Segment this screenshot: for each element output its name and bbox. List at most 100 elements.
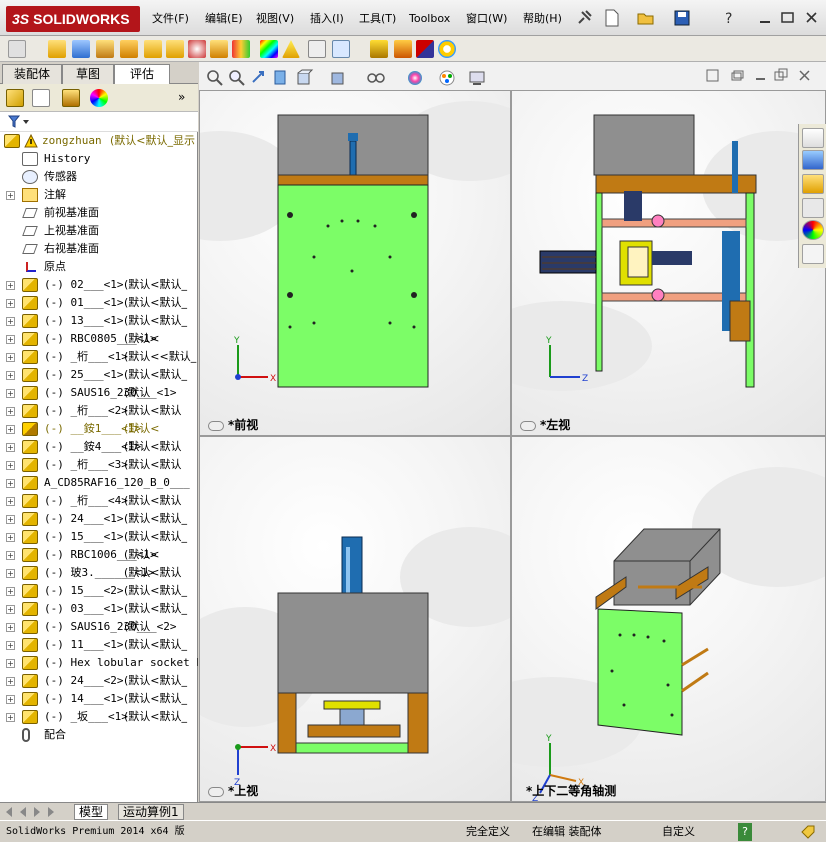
tree-item[interactable]: History <box>0 150 198 168</box>
tree-item[interactable]: + (-) _桁___<3> (默认<默认 <box>0 456 198 474</box>
explode-line-sketch-icon[interactable] <box>308 40 326 58</box>
help-icon[interactable]: ? <box>720 8 740 28</box>
tree-expand-toggle[interactable]: + <box>6 191 15 200</box>
tree-expand-toggle[interactable]: + <box>6 623 15 632</box>
tree-item[interactable]: + (-) 15___<1> (默认<默认_ <box>0 528 198 546</box>
component-pattern-icon[interactable] <box>96 40 114 58</box>
menu-file[interactable]: 文件(F) <box>152 10 189 28</box>
tree-item[interactable]: + 注解 <box>0 186 198 204</box>
tree-item[interactable]: 原点 <box>0 258 198 276</box>
display-manager-tab-icon[interactable] <box>90 89 108 107</box>
options-icon[interactable] <box>8 40 26 58</box>
display-style-icon[interactable] <box>329 68 349 88</box>
tree-expand-toggle[interactable]: + <box>6 587 15 596</box>
tree-expand-toggle[interactable]: + <box>6 389 15 398</box>
tree-expand-toggle[interactable]: + <box>6 677 15 686</box>
previous-view-icon[interactable] <box>249 68 269 88</box>
hide-show-items-icon[interactable] <box>365 68 385 88</box>
tree-item[interactable]: + (-) 玻3.______<1> (默认<默认 <box>0 564 198 582</box>
smart-fastener-icon[interactable] <box>120 40 138 58</box>
expand-arrows-icon[interactable]: » <box>178 90 185 104</box>
view-palette-icon[interactable] <box>802 198 824 218</box>
tree-item[interactable]: + (-) 15___<2> (默认<默认_ <box>0 582 198 600</box>
tree-expand-toggle[interactable]: + <box>6 695 15 704</box>
tree-expand-toggle[interactable]: + <box>6 407 15 416</box>
tree-item[interactable]: + A_CD85RAF16_120_B_0___ <box>0 474 198 492</box>
view-orientation-icon[interactable] <box>295 68 315 88</box>
assembly-insert-icon[interactable] <box>48 40 66 58</box>
menu-tools[interactable]: 工具(T) <box>359 10 396 28</box>
tree-expand-toggle[interactable]: + <box>6 515 15 524</box>
tree-expand-toggle[interactable]: + <box>6 371 15 380</box>
assembly-features-icon[interactable] <box>188 40 206 58</box>
tree-item[interactable]: + (-) _坂___<1> (默认<默认_ <box>0 708 198 726</box>
custom-properties-icon[interactable] <box>802 244 824 264</box>
tree-item[interactable]: + (-) 13___<1> (默认<默认_ <box>0 312 198 330</box>
tree-item[interactable]: + (-) _桁___<2> (默认<默认 <box>0 402 198 420</box>
rebuild-tag-icon[interactable] <box>800 824 816 840</box>
tree-expand-toggle[interactable]: + <box>6 317 15 326</box>
interference-detection-icon[interactable] <box>332 40 350 58</box>
tree-root[interactable]: zongzhuan (默认<默认_显示 <box>0 132 198 150</box>
tree-item[interactable]: 传感器 <box>0 168 198 186</box>
reference-geometry-icon[interactable] <box>210 40 228 58</box>
zoom-to-fit-icon[interactable] <box>205 68 225 88</box>
tree-expand-toggle[interactable]: + <box>6 281 15 290</box>
menu-window[interactable]: 窗口(W) <box>466 10 507 28</box>
tree-expand-toggle[interactable]: + <box>6 641 15 650</box>
zoom-to-area-icon[interactable] <box>227 68 247 88</box>
tree-item[interactable]: + (-) 24___<1> (默认<默认_ <box>0 510 198 528</box>
tab-motion-study[interactable]: 运动算例1 <box>118 804 184 820</box>
tree-expand-toggle[interactable]: + <box>6 497 15 506</box>
save-icon[interactable] <box>672 8 692 28</box>
viewport-tile-icon[interactable] <box>773 68 793 88</box>
appearances-scenes-icon[interactable] <box>802 220 824 240</box>
new-motion-study-icon[interactable] <box>232 40 250 58</box>
tree-item[interactable]: + (-) __銨1___<1> (默认< <box>0 420 198 438</box>
close-icon[interactable] <box>802 8 822 28</box>
view-settings-icon[interactable] <box>467 68 487 88</box>
viewport-left[interactable]: Y Z *左视 <box>511 90 826 436</box>
pin-icon[interactable] <box>574 8 594 28</box>
tree-item[interactable]: + (-) 24___<2> (默认<默认_ <box>0 672 198 690</box>
property-manager-tab-icon[interactable] <box>32 89 50 107</box>
tab-evaluate[interactable]: 评估 <box>114 64 170 85</box>
solidworks-logo[interactable]: 3S SOLIDWORKS <box>6 6 140 32</box>
configuration-manager-tab-icon[interactable] <box>62 89 80 107</box>
tree-item[interactable]: + (-) RBC0805___<1> (默认< <box>0 330 198 348</box>
tree-item[interactable]: + (-) Hex lobular socket hea <box>0 654 198 672</box>
status-custom-units[interactable]: 自定义 <box>662 823 695 841</box>
edit-appearance-icon[interactable] <box>405 68 425 88</box>
tree-item[interactable]: + (-) 14___<1> (默认<默认_ <box>0 690 198 708</box>
tree-item[interactable]: + (-) 01___<1> (默认<默认_ <box>0 294 198 312</box>
tree-item[interactable]: + (-) 25___<1> (默认<默认_ <box>0 366 198 384</box>
feature-tree-tab-icon[interactable] <box>6 89 24 107</box>
tree-expand-toggle[interactable]: + <box>6 533 15 542</box>
status-help[interactable]: ? <box>738 823 752 841</box>
tree-item[interactable]: 前视基准面 <box>0 204 198 222</box>
design-library-icon[interactable] <box>802 150 824 170</box>
menu-toolbox[interactable]: Toolbox <box>409 10 450 28</box>
minimize-icon[interactable] <box>756 8 776 28</box>
exploded-view-icon[interactable] <box>282 40 300 58</box>
tree-item[interactable]: + (-) 11___<1> (默认<默认_ <box>0 636 198 654</box>
tree-expand-toggle[interactable]: + <box>6 443 15 452</box>
tab-sketch[interactable]: 草图 <box>62 64 114 84</box>
menu-help[interactable]: 帮助(H) <box>523 10 562 28</box>
open-folder-icon[interactable] <box>636 8 656 28</box>
tree-expand-toggle[interactable]: + <box>6 569 15 578</box>
hide-show-components-icon[interactable] <box>416 40 434 58</box>
viewport-isometric[interactable]: Y X Z *上下二等角轴测 <box>511 436 826 802</box>
new-document-icon[interactable] <box>602 8 622 28</box>
tree-item[interactable]: + (-) RBC1006___<1> (默认< <box>0 546 198 564</box>
tree-expand-toggle[interactable]: + <box>6 713 15 722</box>
solidworks-resources-icon[interactable] <box>802 128 824 148</box>
viewport-close-icon[interactable] <box>797 68 817 88</box>
tree-item[interactable]: + (-) _桁___<1> (默认<<默认_ <box>0 348 198 366</box>
tree-item[interactable]: + (-) SAUS16_230___<1> (默认 <box>0 384 198 402</box>
tree-expand-toggle[interactable]: + <box>6 551 15 560</box>
large-assembly-icon[interactable] <box>394 40 412 58</box>
tree-item[interactable]: + (-) __銨4___<1> (默认<默认 <box>0 438 198 456</box>
tab-model[interactable]: 模型 <box>74 804 109 820</box>
appearance-icon[interactable] <box>438 40 456 58</box>
